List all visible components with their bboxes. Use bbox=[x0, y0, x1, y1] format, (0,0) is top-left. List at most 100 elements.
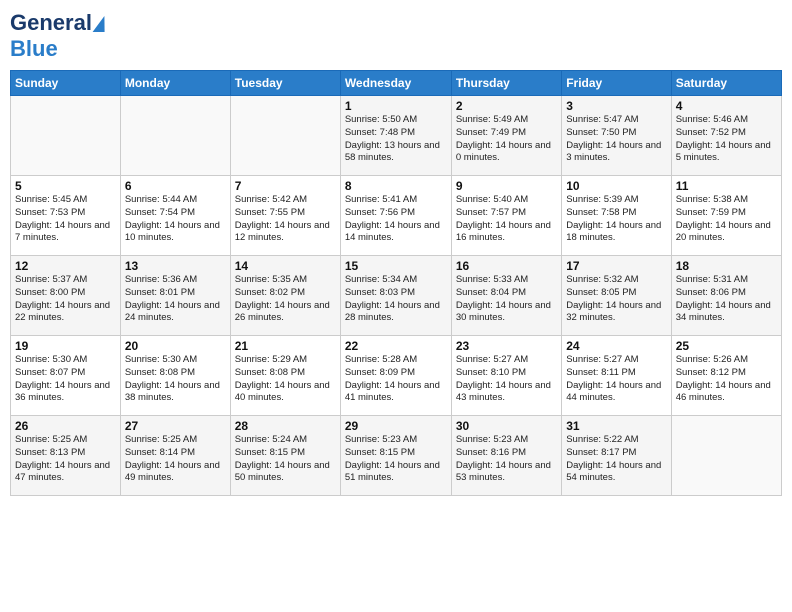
day-info: Sunrise: 5:29 AM Sunset: 8:08 PM Dayligh… bbox=[235, 354, 336, 405]
logo-blue: Blue bbox=[10, 36, 58, 61]
header: General Blue bbox=[10, 10, 782, 62]
day-number: 27 bbox=[125, 419, 226, 433]
calendar-cell: 20Sunrise: 5:30 AM Sunset: 8:08 PM Dayli… bbox=[120, 336, 230, 416]
calendar-cell bbox=[230, 96, 340, 176]
day-info: Sunrise: 5:35 AM Sunset: 8:02 PM Dayligh… bbox=[235, 274, 336, 325]
weekday-header-friday: Friday bbox=[562, 71, 671, 96]
logo-general: General bbox=[10, 10, 92, 36]
day-info: Sunrise: 5:45 AM Sunset: 7:53 PM Dayligh… bbox=[15, 194, 116, 245]
day-number: 10 bbox=[566, 179, 666, 193]
day-number: 1 bbox=[345, 99, 447, 113]
day-info: Sunrise: 5:25 AM Sunset: 8:14 PM Dayligh… bbox=[125, 434, 226, 485]
day-number: 4 bbox=[676, 99, 777, 113]
calendar-cell: 12Sunrise: 5:37 AM Sunset: 8:00 PM Dayli… bbox=[11, 256, 121, 336]
day-number: 16 bbox=[456, 259, 557, 273]
calendar-cell: 18Sunrise: 5:31 AM Sunset: 8:06 PM Dayli… bbox=[671, 256, 781, 336]
weekday-header-monday: Monday bbox=[120, 71, 230, 96]
weekday-header-sunday: Sunday bbox=[11, 71, 121, 96]
day-number: 9 bbox=[456, 179, 557, 193]
day-info: Sunrise: 5:38 AM Sunset: 7:59 PM Dayligh… bbox=[676, 194, 777, 245]
calendar-cell: 10Sunrise: 5:39 AM Sunset: 7:58 PM Dayli… bbox=[562, 176, 671, 256]
day-info: Sunrise: 5:27 AM Sunset: 8:11 PM Dayligh… bbox=[566, 354, 666, 405]
day-info: Sunrise: 5:30 AM Sunset: 8:07 PM Dayligh… bbox=[15, 354, 116, 405]
day-info: Sunrise: 5:34 AM Sunset: 8:03 PM Dayligh… bbox=[345, 274, 447, 325]
calendar-cell: 26Sunrise: 5:25 AM Sunset: 8:13 PM Dayli… bbox=[11, 416, 121, 496]
day-info: Sunrise: 5:42 AM Sunset: 7:55 PM Dayligh… bbox=[235, 194, 336, 245]
calendar-cell bbox=[11, 96, 121, 176]
day-info: Sunrise: 5:37 AM Sunset: 8:00 PM Dayligh… bbox=[15, 274, 116, 325]
calendar-cell: 16Sunrise: 5:33 AM Sunset: 8:04 PM Dayli… bbox=[451, 256, 561, 336]
day-info: Sunrise: 5:23 AM Sunset: 8:15 PM Dayligh… bbox=[345, 434, 447, 485]
calendar-cell: 31Sunrise: 5:22 AM Sunset: 8:17 PM Dayli… bbox=[562, 416, 671, 496]
day-info: Sunrise: 5:46 AM Sunset: 7:52 PM Dayligh… bbox=[676, 114, 777, 165]
logo-triangle-icon bbox=[93, 16, 108, 32]
day-number: 25 bbox=[676, 339, 777, 353]
day-number: 8 bbox=[345, 179, 447, 193]
day-number: 31 bbox=[566, 419, 666, 433]
day-info: Sunrise: 5:47 AM Sunset: 7:50 PM Dayligh… bbox=[566, 114, 666, 165]
calendar-cell: 4Sunrise: 5:46 AM Sunset: 7:52 PM Daylig… bbox=[671, 96, 781, 176]
calendar-cell: 1Sunrise: 5:50 AM Sunset: 7:48 PM Daylig… bbox=[340, 96, 451, 176]
day-info: Sunrise: 5:27 AM Sunset: 8:10 PM Dayligh… bbox=[456, 354, 557, 405]
day-number: 17 bbox=[566, 259, 666, 273]
day-info: Sunrise: 5:33 AM Sunset: 8:04 PM Dayligh… bbox=[456, 274, 557, 325]
day-info: Sunrise: 5:41 AM Sunset: 7:56 PM Dayligh… bbox=[345, 194, 447, 245]
day-number: 20 bbox=[125, 339, 226, 353]
calendar-cell: 13Sunrise: 5:36 AM Sunset: 8:01 PM Dayli… bbox=[120, 256, 230, 336]
day-number: 29 bbox=[345, 419, 447, 433]
day-number: 6 bbox=[125, 179, 226, 193]
calendar-cell: 11Sunrise: 5:38 AM Sunset: 7:59 PM Dayli… bbox=[671, 176, 781, 256]
calendar-cell: 7Sunrise: 5:42 AM Sunset: 7:55 PM Daylig… bbox=[230, 176, 340, 256]
day-info: Sunrise: 5:30 AM Sunset: 8:08 PM Dayligh… bbox=[125, 354, 226, 405]
day-number: 30 bbox=[456, 419, 557, 433]
calendar-cell: 14Sunrise: 5:35 AM Sunset: 8:02 PM Dayli… bbox=[230, 256, 340, 336]
day-number: 14 bbox=[235, 259, 336, 273]
day-info: Sunrise: 5:44 AM Sunset: 7:54 PM Dayligh… bbox=[125, 194, 226, 245]
day-info: Sunrise: 5:40 AM Sunset: 7:57 PM Dayligh… bbox=[456, 194, 557, 245]
weekday-header-saturday: Saturday bbox=[671, 71, 781, 96]
day-number: 7 bbox=[235, 179, 336, 193]
calendar-cell: 27Sunrise: 5:25 AM Sunset: 8:14 PM Dayli… bbox=[120, 416, 230, 496]
day-info: Sunrise: 5:31 AM Sunset: 8:06 PM Dayligh… bbox=[676, 274, 777, 325]
calendar-cell bbox=[120, 96, 230, 176]
calendar-cell: 21Sunrise: 5:29 AM Sunset: 8:08 PM Dayli… bbox=[230, 336, 340, 416]
calendar-table: SundayMondayTuesdayWednesdayThursdayFrid… bbox=[10, 70, 782, 496]
day-info: Sunrise: 5:49 AM Sunset: 7:49 PM Dayligh… bbox=[456, 114, 557, 165]
day-number: 12 bbox=[15, 259, 116, 273]
day-number: 28 bbox=[235, 419, 336, 433]
weekday-header-wednesday: Wednesday bbox=[340, 71, 451, 96]
day-number: 11 bbox=[676, 179, 777, 193]
calendar-cell: 24Sunrise: 5:27 AM Sunset: 8:11 PM Dayli… bbox=[562, 336, 671, 416]
day-number: 23 bbox=[456, 339, 557, 353]
page: General Blue SundayMondayTuesdayWednesda… bbox=[0, 0, 792, 612]
day-info: Sunrise: 5:39 AM Sunset: 7:58 PM Dayligh… bbox=[566, 194, 666, 245]
day-info: Sunrise: 5:50 AM Sunset: 7:48 PM Dayligh… bbox=[345, 114, 447, 165]
day-info: Sunrise: 5:25 AM Sunset: 8:13 PM Dayligh… bbox=[15, 434, 116, 485]
calendar-cell: 9Sunrise: 5:40 AM Sunset: 7:57 PM Daylig… bbox=[451, 176, 561, 256]
day-number: 24 bbox=[566, 339, 666, 353]
day-info: Sunrise: 5:32 AM Sunset: 8:05 PM Dayligh… bbox=[566, 274, 666, 325]
day-info: Sunrise: 5:26 AM Sunset: 8:12 PM Dayligh… bbox=[676, 354, 777, 405]
calendar-cell: 30Sunrise: 5:23 AM Sunset: 8:16 PM Dayli… bbox=[451, 416, 561, 496]
calendar-cell: 15Sunrise: 5:34 AM Sunset: 8:03 PM Dayli… bbox=[340, 256, 451, 336]
day-number: 5 bbox=[15, 179, 116, 193]
day-info: Sunrise: 5:23 AM Sunset: 8:16 PM Dayligh… bbox=[456, 434, 557, 485]
logo: General Blue bbox=[10, 10, 106, 62]
day-number: 2 bbox=[456, 99, 557, 113]
day-info: Sunrise: 5:24 AM Sunset: 8:15 PM Dayligh… bbox=[235, 434, 336, 485]
day-number: 22 bbox=[345, 339, 447, 353]
weekday-header-thursday: Thursday bbox=[451, 71, 561, 96]
calendar-cell: 19Sunrise: 5:30 AM Sunset: 8:07 PM Dayli… bbox=[11, 336, 121, 416]
day-number: 26 bbox=[15, 419, 116, 433]
day-info: Sunrise: 5:28 AM Sunset: 8:09 PM Dayligh… bbox=[345, 354, 447, 405]
weekday-header-tuesday: Tuesday bbox=[230, 71, 340, 96]
calendar-cell: 2Sunrise: 5:49 AM Sunset: 7:49 PM Daylig… bbox=[451, 96, 561, 176]
calendar-cell: 23Sunrise: 5:27 AM Sunset: 8:10 PM Dayli… bbox=[451, 336, 561, 416]
day-number: 13 bbox=[125, 259, 226, 273]
calendar-cell: 6Sunrise: 5:44 AM Sunset: 7:54 PM Daylig… bbox=[120, 176, 230, 256]
day-number: 18 bbox=[676, 259, 777, 273]
calendar-cell: 17Sunrise: 5:32 AM Sunset: 8:05 PM Dayli… bbox=[562, 256, 671, 336]
calendar-cell: 28Sunrise: 5:24 AM Sunset: 8:15 PM Dayli… bbox=[230, 416, 340, 496]
calendar-cell: 29Sunrise: 5:23 AM Sunset: 8:15 PM Dayli… bbox=[340, 416, 451, 496]
day-number: 3 bbox=[566, 99, 666, 113]
